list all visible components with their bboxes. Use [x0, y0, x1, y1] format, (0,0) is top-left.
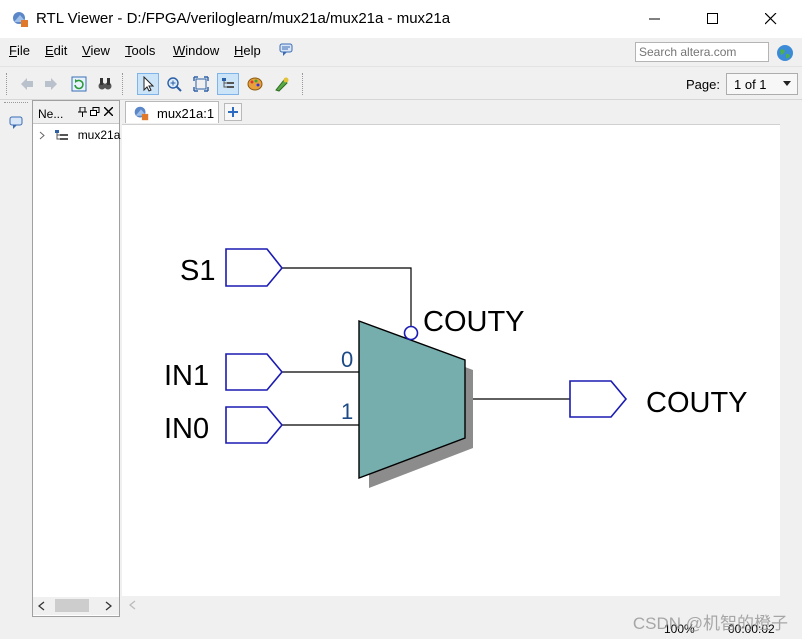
page-label: Page:: [686, 77, 720, 92]
zoom-icon: [167, 77, 182, 92]
refresh-button[interactable]: [68, 73, 90, 95]
close-icon[interactable]: [104, 107, 113, 116]
navigator-hscrollbar[interactable]: [33, 597, 119, 615]
plus-icon: [228, 107, 238, 117]
schematic: S1 IN1 IN0 0 1 COUTY COUTY: [164, 248, 748, 488]
search-box[interactable]: [635, 42, 769, 62]
maximize-button[interactable]: [684, 0, 742, 38]
label-in1: IN1: [164, 360, 209, 392]
float-icon[interactable]: [90, 107, 100, 117]
back-button[interactable]: [16, 73, 38, 95]
port-couty[interactable]: [569, 380, 628, 418]
label-in0: IN0: [164, 413, 209, 445]
editor-tab-row: mux21a:1: [122, 100, 802, 124]
page-value: 1 of 1: [734, 77, 767, 92]
tree-item-mux21a[interactable]: mux21a: [39, 128, 120, 142]
toolbar-grip: [6, 73, 9, 95]
zoom-tool-button[interactable]: [163, 73, 185, 95]
wire-s1[interactable]: [282, 267, 412, 328]
port-in1[interactable]: [225, 353, 284, 391]
label-mux-name: COUTY: [423, 306, 525, 338]
scroll-left-icon[interactable]: [38, 601, 45, 611]
tab-label: mux21a:1: [157, 106, 215, 121]
chat-icon[interactable]: [279, 43, 294, 57]
select-tool-button[interactable]: [137, 73, 159, 95]
port-s1[interactable]: [225, 248, 284, 287]
pin-icon[interactable]: [78, 107, 87, 117]
hierarchy-icon: [275, 77, 289, 92]
forward-button[interactable]: [40, 73, 62, 95]
toolbar-grip: [122, 73, 125, 95]
menu-file[interactable]: File: [9, 43, 30, 58]
maximize-icon: [707, 13, 718, 24]
menu-edit[interactable]: Edit: [45, 43, 67, 58]
netlist-navigator-panel: Ne... mux21a: [32, 100, 120, 617]
rtl-viewer-icon: [134, 106, 149, 121]
netlist-icon: [222, 78, 234, 88]
toolbar-grip: [302, 73, 305, 95]
messages-icon[interactable]: [9, 116, 24, 130]
menu-window[interactable]: Window: [173, 43, 219, 58]
scroll-thumb[interactable]: [55, 599, 89, 612]
chevron-right-icon[interactable]: [39, 131, 45, 140]
left-dock-strip: [0, 100, 32, 639]
find-icon: [98, 78, 112, 90]
rtl-viewer-icon: [13, 12, 28, 27]
netlist-icon: [55, 130, 69, 141]
close-icon: [765, 13, 777, 25]
globe-icon[interactable]: [776, 44, 794, 62]
search-input[interactable]: [639, 44, 765, 60]
back-icon: [21, 78, 33, 90]
page-select[interactable]: 1 of 1: [726, 73, 798, 95]
refresh-icon: [71, 76, 87, 92]
chevron-down-icon: [783, 81, 791, 86]
navigator-header: Ne...: [33, 101, 119, 124]
label-output: COUTY: [646, 387, 748, 419]
color-icon: [247, 77, 263, 91]
find-button[interactable]: [94, 73, 116, 95]
scroll-right-icon[interactable]: [105, 601, 112, 611]
select-icon: [143, 76, 155, 92]
canvas-vscrollbar[interactable]: [780, 124, 798, 596]
navigator-title: Ne...: [38, 107, 64, 121]
watermark: CSDN @机智的橙子: [632, 614, 788, 633]
schematic-canvas[interactable]: S1 IN1 IN0 0 1 COUTY COUTY: [122, 124, 780, 597]
label-mux-input-0: 0: [341, 347, 353, 372]
label-mux-input-1: 1: [341, 399, 353, 424]
add-tab-button[interactable]: [224, 103, 242, 121]
menu-help[interactable]: Help: [234, 43, 261, 58]
title-bar: RTL Viewer - D:/FPGA/veriloglearn/mux21a…: [0, 0, 802, 38]
select-inverter-bubble: [403, 325, 419, 341]
netlist-view-button[interactable]: [217, 73, 239, 95]
forward-icon: [45, 78, 57, 90]
scroll-left-icon[interactable]: [129, 600, 136, 610]
menu-tools[interactable]: Tools: [125, 43, 155, 58]
window-title: RTL Viewer - D:/FPGA/veriloglearn/mux21a…: [36, 10, 451, 27]
dock-grip: [4, 102, 28, 103]
tab-mux21a[interactable]: mux21a:1: [125, 101, 219, 123]
hierarchy-button[interactable]: [271, 73, 293, 95]
label-s1: S1: [180, 255, 215, 287]
fit-window-button[interactable]: [190, 73, 212, 95]
color-settings-button[interactable]: [244, 73, 266, 95]
close-button[interactable]: [742, 0, 800, 38]
fit-icon: [193, 76, 209, 92]
minimize-icon: [649, 18, 660, 20]
toolbar: Page: 1 of 1: [0, 66, 802, 100]
port-in0[interactable]: [225, 406, 284, 444]
tree-item-label: mux21a: [77, 128, 121, 142]
minimize-button[interactable]: [626, 0, 684, 38]
menu-view[interactable]: View: [82, 43, 110, 58]
